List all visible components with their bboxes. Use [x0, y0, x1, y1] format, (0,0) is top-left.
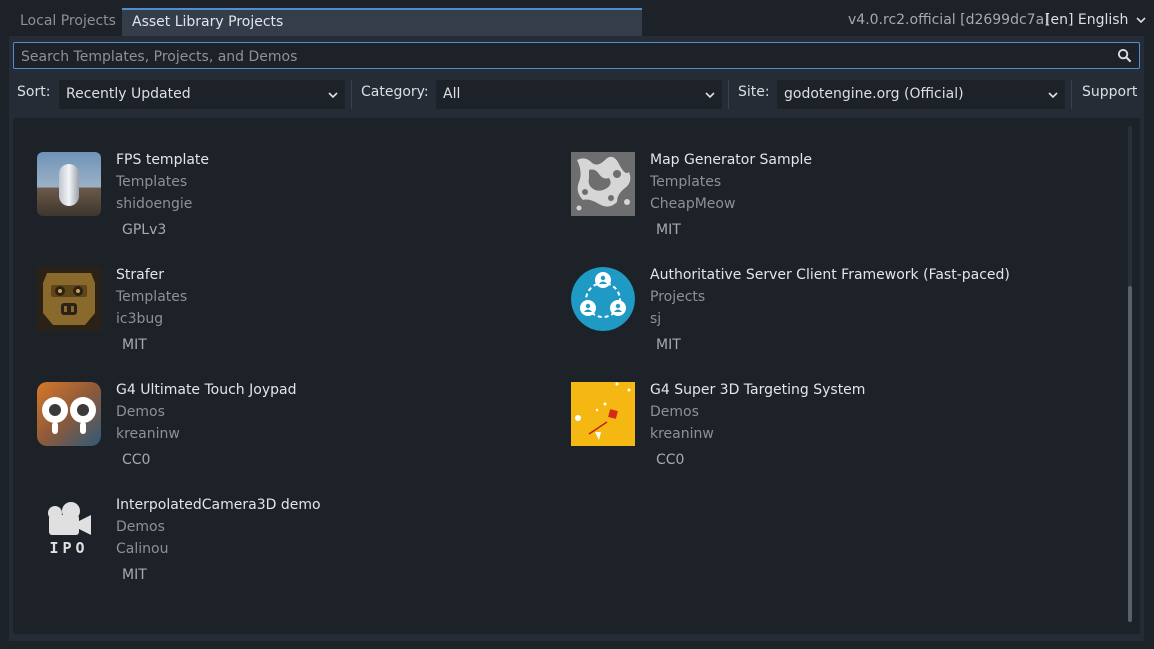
category-dropdown[interactable]: All: [436, 80, 722, 109]
tab-local-projects[interactable]: Local Projects: [10, 8, 126, 34]
map-generator-icon[interactable]: [571, 152, 635, 216]
asset-item[interactable]: FPS template Templates shidoengie GPLv3: [37, 152, 557, 262]
joypad-icon[interactable]: [37, 382, 101, 446]
site-label: Site:: [738, 84, 770, 100]
chevron-down-icon: [705, 92, 715, 99]
top-bar: Local Projects Asset Library Projects v4…: [0, 0, 1154, 36]
chevron-down-icon: [1136, 17, 1146, 24]
sort-label: Sort:: [17, 84, 51, 100]
asset-title[interactable]: Strafer: [116, 267, 164, 283]
camera-icon[interactable]: IPO: [37, 497, 101, 561]
asset-title[interactable]: G4 Ultimate Touch Joypad: [116, 382, 296, 398]
asset-author: CheapMeow: [650, 196, 736, 212]
asset-license: MIT: [656, 222, 681, 238]
asset-title[interactable]: InterpolatedCamera3D demo: [116, 497, 321, 513]
asset-license: CC0: [656, 452, 685, 468]
version-label: v4.0.rc2.official [d2699dc7a]: [848, 12, 1050, 28]
search-input[interactable]: [19, 45, 1113, 68]
asset-title[interactable]: Authoritative Server Client Framework (F…: [650, 267, 1010, 283]
asset-license: MIT: [122, 567, 147, 583]
asset-category: Templates: [116, 289, 188, 305]
asset-author: Calinou: [116, 541, 169, 557]
site-value: godotengine.org (Official): [784, 86, 964, 102]
asset-item[interactable]: IPO InterpolatedCamera3D demo Demos Cali…: [37, 497, 557, 607]
category-value: All: [443, 86, 461, 102]
camera-caption: IPO: [49, 539, 89, 557]
asset-category: Templates: [650, 174, 722, 190]
tab-asset-library-projects[interactable]: Asset Library Projects: [122, 8, 642, 36]
asset-license: MIT: [656, 337, 681, 353]
asset-category: Demos: [116, 404, 165, 420]
filter-separator: [728, 80, 729, 109]
asset-title[interactable]: Map Generator Sample: [650, 152, 812, 168]
asset-item[interactable]: Strafer Templates ic3bug MIT: [37, 267, 557, 377]
category-label: Category:: [361, 84, 429, 100]
asset-author: sj: [650, 311, 662, 327]
asset-title[interactable]: FPS template: [116, 152, 209, 168]
asset-item[interactable]: G4 Ultimate Touch Joypad Demos kreaninw …: [37, 382, 557, 492]
chevron-down-icon: [328, 92, 338, 99]
asset-license: MIT: [122, 337, 147, 353]
asset-author: kreaninw: [650, 426, 714, 442]
asset-license: CC0: [122, 452, 151, 468]
asset-item[interactable]: G4 Super 3D Targeting System Demos krean…: [571, 382, 1091, 492]
strafer-icon[interactable]: [37, 267, 101, 331]
asset-author: shidoengie: [116, 196, 193, 212]
filter-separator: [351, 80, 352, 109]
search-box[interactable]: [13, 42, 1140, 69]
asset-author: kreaninw: [116, 426, 180, 442]
chevron-down-icon: [1048, 92, 1058, 99]
fps-template-icon[interactable]: [37, 152, 101, 216]
language-selector[interactable]: [en] English: [1045, 12, 1146, 28]
scrollbar-thumb[interactable]: [1128, 286, 1132, 622]
asset-item[interactable]: Authoritative Server Client Framework (F…: [571, 267, 1091, 377]
asset-license: GPLv3: [122, 222, 167, 238]
asset-category: Demos: [116, 519, 165, 535]
asset-author: ic3bug: [116, 311, 164, 327]
support-button[interactable]: Support: [1082, 84, 1137, 100]
sort-value: Recently Updated: [66, 86, 191, 102]
asset-category: Projects: [650, 289, 706, 305]
asset-category: Templates: [116, 174, 188, 190]
asset-category: Demos: [650, 404, 699, 420]
network-icon[interactable]: [571, 267, 635, 331]
filter-separator: [1071, 80, 1072, 109]
asset-title[interactable]: G4 Super 3D Targeting System: [650, 382, 865, 398]
search-icon[interactable]: [1117, 48, 1132, 63]
site-dropdown[interactable]: godotengine.org (Official): [777, 80, 1065, 109]
language-label: [en] English: [1045, 12, 1129, 28]
asset-item[interactable]: Map Generator Sample Templates CheapMeow…: [571, 152, 1091, 262]
targeting-icon[interactable]: [571, 382, 635, 446]
sort-dropdown[interactable]: Recently Updated: [59, 80, 345, 109]
